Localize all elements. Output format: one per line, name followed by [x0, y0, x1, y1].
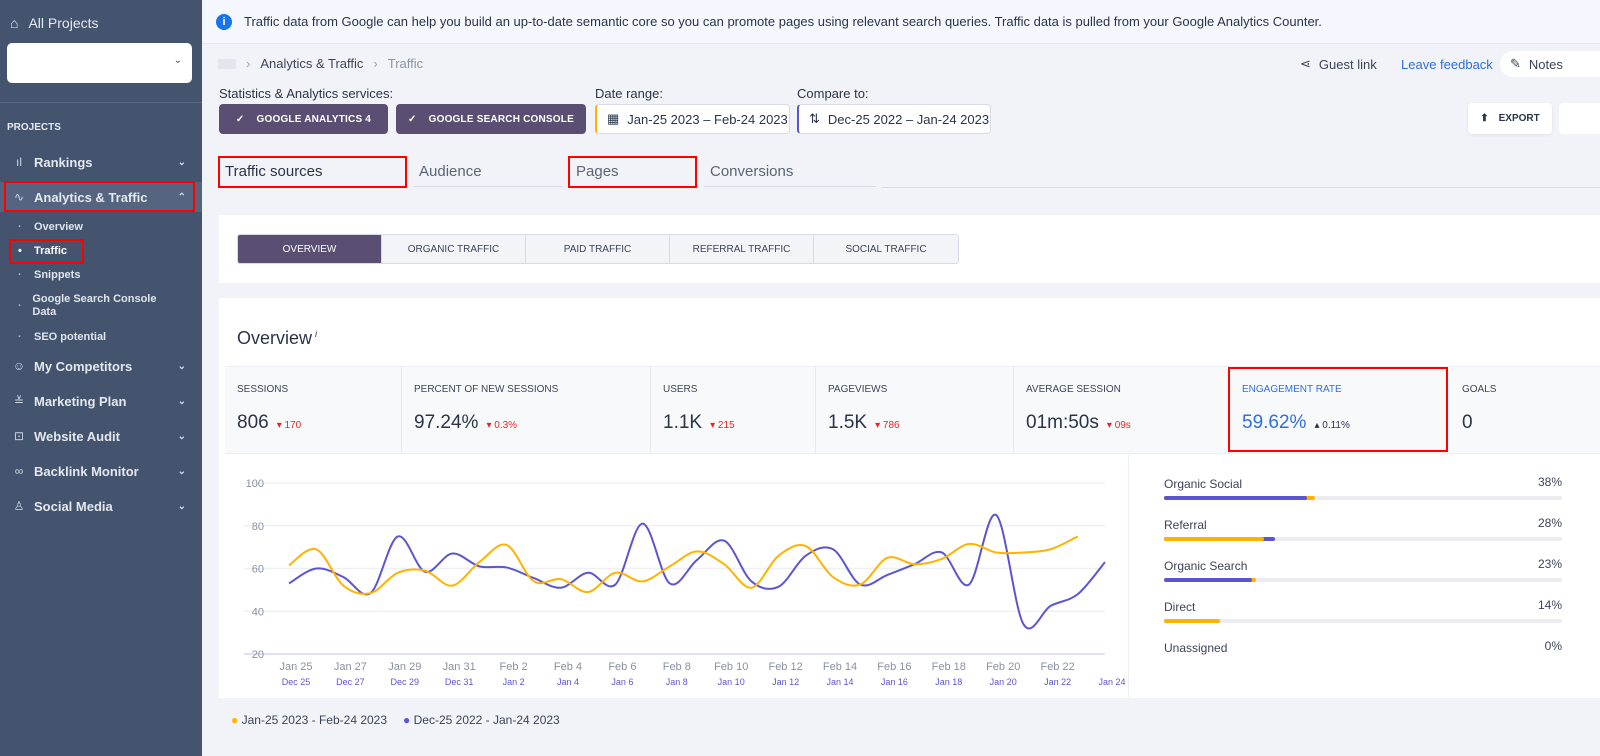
x-tick-label-compare: Jan 16: [881, 677, 908, 687]
x-tick-label-compare: Jan 18: [935, 677, 962, 687]
x-tick-label-compare: Dec 29: [391, 677, 420, 687]
bar-current: [1164, 537, 1264, 541]
source-percent: 38%: [1537, 475, 1562, 489]
source-row: Referral 28%: [1164, 516, 1562, 546]
y-tick-label: 20: [252, 649, 264, 661]
x-tick-label-compare: Jan 14: [826, 677, 853, 687]
source-row: Organic Social 38%: [1164, 475, 1562, 505]
x-tick-label: Feb 16: [877, 661, 911, 673]
x-tick-label-compare: Dec 27: [336, 677, 365, 687]
source-name: Direct: [1164, 600, 1196, 614]
source-progress-bar: [1164, 537, 1562, 541]
x-tick-label-compare: Jan 24: [1098, 677, 1125, 687]
x-tick-label: Jan 25: [279, 661, 312, 673]
source-name: Unassigned: [1164, 641, 1228, 655]
x-tick-label-compare: Jan 22: [1044, 677, 1071, 687]
source-progress-bar: [1164, 578, 1562, 582]
x-tick-label-compare: Jan 2: [503, 677, 525, 687]
source-row: Direct 14%: [1164, 598, 1562, 628]
x-tick-label: Feb 12: [768, 661, 802, 673]
bar-previous: [1164, 578, 1252, 582]
x-tick-label: Feb 2: [500, 661, 528, 673]
source-name: Referral: [1164, 518, 1207, 532]
source-percent: 0%: [1544, 639, 1562, 653]
x-tick-label: Jan 29: [388, 661, 421, 673]
source-percent: 14%: [1537, 598, 1562, 612]
source-percent: 23%: [1537, 557, 1562, 571]
x-tick-label-compare: Jan 8: [666, 677, 688, 687]
legend-item-current[interactable]: ● Jan-25 2023 - Feb-24 2023: [231, 713, 387, 727]
x-tick-label: Jan 27: [334, 661, 367, 673]
legend-label: Dec-25 2022 - Jan-24 2023: [413, 713, 560, 727]
x-tick-label: Feb 20: [986, 661, 1020, 673]
source-progress-bar: [1164, 619, 1562, 623]
x-tick-label-compare: Jan 4: [557, 677, 579, 687]
x-tick-label-compare: Jan 6: [611, 677, 633, 687]
x-tick-label: Jan 31: [443, 661, 476, 673]
x-tick-label: Feb 4: [554, 661, 582, 673]
legend-item-previous[interactable]: ● Dec-25 2022 - Jan-24 2023: [403, 713, 560, 727]
y-tick-label: 80: [252, 521, 264, 533]
source-name: Organic Social: [1164, 477, 1243, 491]
source-name: Organic Search: [1164, 559, 1248, 573]
x-tick-label: Feb 6: [608, 661, 636, 673]
x-tick-label-compare: Dec 31: [445, 677, 474, 687]
legend-label: Jan-25 2023 - Feb-24 2023: [241, 713, 388, 727]
x-tick-label: Feb 10: [714, 661, 748, 673]
source-percent: 28%: [1537, 516, 1562, 530]
x-tick-label-compare: Jan 20: [990, 677, 1017, 687]
bar-previous: [1164, 496, 1308, 500]
x-tick-label: Feb 18: [932, 661, 966, 673]
legend-dot-icon: ●: [231, 713, 242, 727]
legend-dot-icon: ●: [403, 713, 414, 727]
source-progress-bar: [1164, 496, 1562, 500]
x-tick-label-compare: Jan 12: [772, 677, 799, 687]
chart-legend: ● Jan-25 2023 - Feb-24 2023 ● Dec-25 202…: [231, 713, 560, 727]
bar-current: [1164, 619, 1220, 623]
x-tick-label: Feb 14: [823, 661, 857, 673]
x-tick-label: Feb 8: [663, 661, 691, 673]
x-tick-label: Feb 22: [1040, 661, 1074, 673]
y-tick-label: 100: [246, 478, 264, 490]
x-tick-label-compare: Dec 25: [282, 677, 311, 687]
y-tick-label: 40: [252, 606, 264, 618]
y-tick-label: 60: [252, 564, 264, 576]
x-tick-label-compare: Jan 10: [718, 677, 745, 687]
source-row: Organic Search 23%: [1164, 557, 1562, 587]
source-row: Unassigned 0%: [1164, 639, 1562, 669]
